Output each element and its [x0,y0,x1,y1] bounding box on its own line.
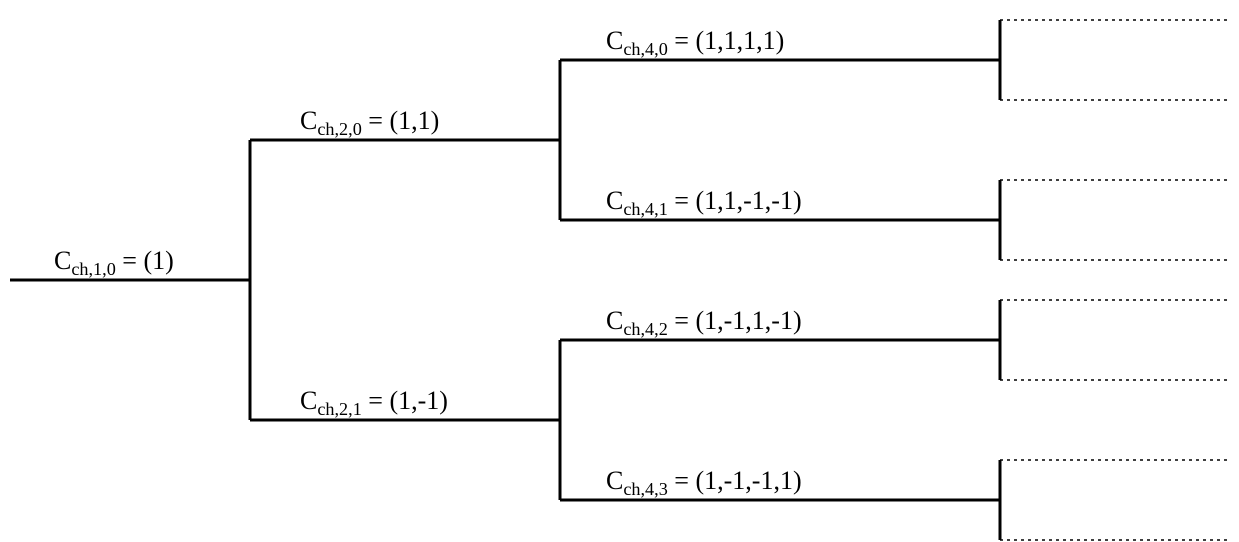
node-root: Cch,1,0 = (1) [54,246,174,280]
node-2-0: Cch,2,0 = (1,1) [300,106,439,140]
node-name: C [606,186,623,215]
node-eq: = [368,106,389,135]
node-eq: = [368,386,389,415]
node-name: C [300,386,317,415]
node-sub: ch,4,2 [623,319,667,339]
tree-lines [0,0,1239,542]
node-name: C [54,246,71,275]
node-sub: ch,2,1 [317,399,361,419]
node-value: (1,-1,1,-1) [695,306,801,335]
node-sub: ch,4,0 [623,39,667,59]
node-eq: = [674,466,695,495]
node-name: C [606,306,623,335]
node-value: (1,1,1,1) [695,26,784,55]
node-eq: = [122,246,143,275]
node-4-0: Cch,4,0 = (1,1,1,1) [606,26,784,60]
ovsf-code-tree-diagram: Cch,1,0 = (1) Cch,2,0 = (1,1) Cch,2,1 = … [0,0,1239,542]
node-name: C [606,26,623,55]
node-value: (1,1) [389,106,439,135]
node-eq: = [674,306,695,335]
node-sub: ch,1,0 [71,259,115,279]
node-4-1: Cch,4,1 = (1,1,-1,-1) [606,186,802,220]
node-eq: = [674,186,695,215]
node-value: (1) [143,246,173,275]
node-2-1: Cch,2,1 = (1,-1) [300,386,448,420]
node-sub: ch,4,1 [623,199,667,219]
node-name: C [300,106,317,135]
node-name: C [606,466,623,495]
node-value: (1,-1,-1,1) [695,466,801,495]
node-4-2: Cch,4,2 = (1,-1,1,-1) [606,306,802,340]
node-value: (1,1,-1,-1) [695,186,801,215]
node-eq: = [674,26,695,55]
node-sub: ch,4,3 [623,479,667,499]
node-value: (1,-1) [389,386,447,415]
node-4-3: Cch,4,3 = (1,-1,-1,1) [606,466,802,500]
node-sub: ch,2,0 [317,119,361,139]
